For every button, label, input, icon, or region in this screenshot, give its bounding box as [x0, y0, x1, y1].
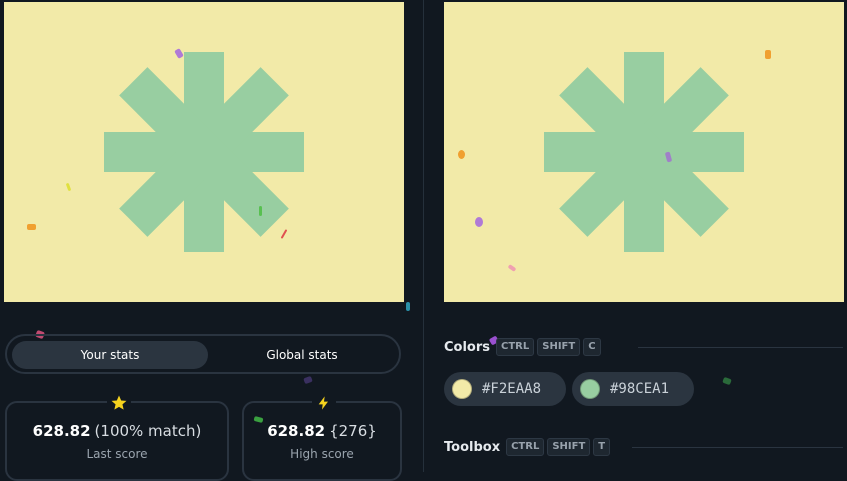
shortcut-key: SHIFT: [547, 438, 591, 456]
stats-tabs: Your stats Global stats: [5, 334, 401, 374]
colors-header: Colors CTRL SHIFT C: [444, 337, 604, 357]
confetti-piece: [259, 206, 262, 216]
last-score-card: 628.82 (100% match) Last score: [5, 391, 229, 481]
output-canvas[interactable]: [4, 2, 404, 302]
last-score-value: 628.82 (100% match): [32, 422, 202, 440]
color-chip-background[interactable]: #F2EAA8: [444, 372, 566, 406]
high-score-card: 628.82 {276} High score: [242, 391, 402, 481]
confetti-piece: [475, 217, 483, 227]
target-canvas: [444, 2, 844, 302]
asterisk-shape: [544, 52, 744, 252]
last-score-label: Last score: [86, 447, 148, 461]
color-hex-label: #98CEA1: [610, 381, 670, 397]
confetti-piece: [722, 376, 732, 386]
target-drawing: [444, 2, 844, 302]
shortcut-key: CTRL: [496, 338, 535, 356]
shortcut-key: SHIFT: [537, 338, 581, 356]
toolbox-title: Toolbox: [444, 439, 501, 455]
output-drawing: [4, 2, 404, 302]
color-hex-label: #F2EAA8: [482, 381, 542, 397]
confetti-piece: [303, 375, 313, 385]
shortcut-key: T: [593, 438, 611, 456]
colors-title: Colors: [444, 339, 491, 355]
shortcut-key: C: [583, 338, 601, 356]
confetti-piece: [765, 50, 771, 59]
asterisk-shape: [104, 52, 304, 252]
colors-divider: [638, 347, 843, 348]
color-chip-foreground[interactable]: #98CEA1: [572, 372, 694, 406]
confetti-piece: [458, 150, 465, 159]
confetti-piece: [406, 302, 410, 311]
star-icon: [107, 391, 131, 413]
tab-global-stats[interactable]: Global stats: [207, 341, 397, 369]
high-score-label: High score: [290, 447, 354, 461]
toolbox-divider: [632, 447, 843, 448]
color-swatch: [452, 379, 472, 399]
lightning-icon: [312, 391, 336, 413]
shortcut-key: CTRL: [506, 438, 545, 456]
tab-your-stats[interactable]: Your stats: [12, 341, 208, 369]
panel-divider: [423, 0, 424, 472]
high-score-value: 628.82 {276}: [267, 422, 377, 440]
confetti-piece: [27, 224, 36, 230]
toolbox-header: Toolbox CTRL SHIFT T: [444, 437, 613, 457]
color-swatch: [580, 379, 600, 399]
